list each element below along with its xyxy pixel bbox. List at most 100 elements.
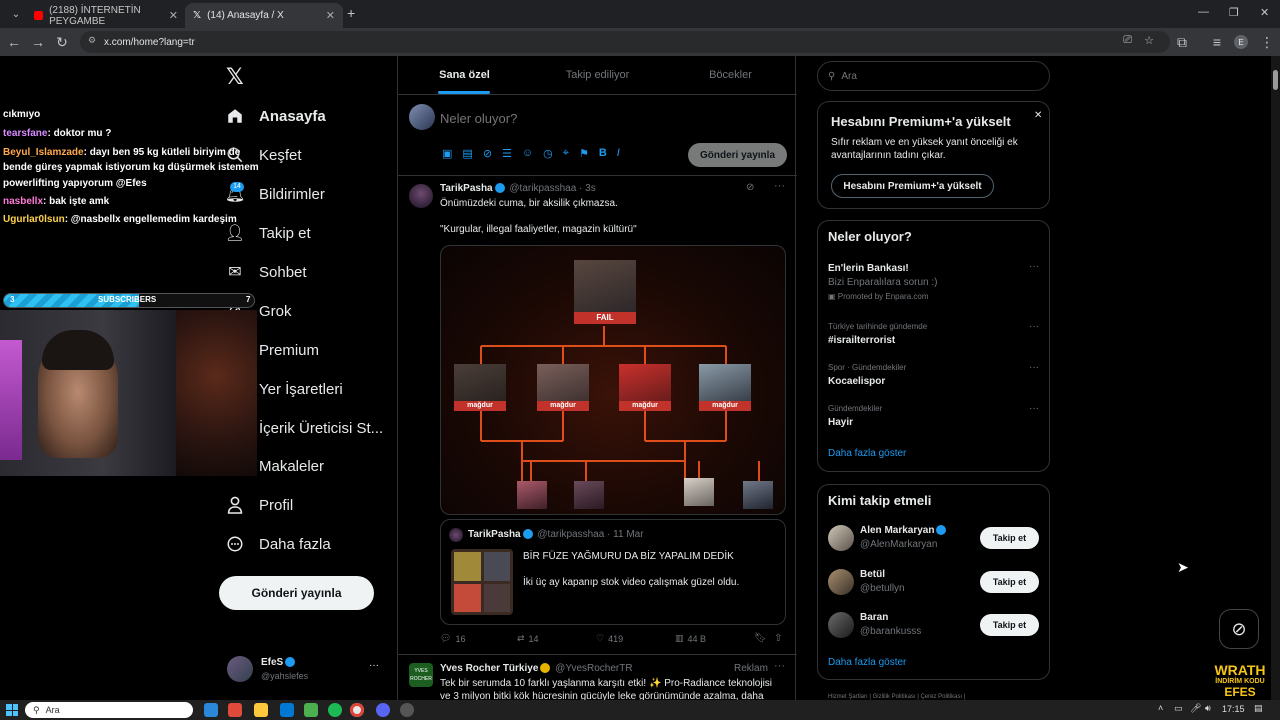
bookmark-star-icon[interactable]: ☆ — [1144, 34, 1154, 47]
back-icon[interactable]: ← — [2, 30, 26, 54]
mic-icon[interactable]: 🎤︎ — [1190, 703, 1201, 714]
follow-suggestion[interactable]: Alen Markaryan @AlenMarkaryan Takip et — [818, 521, 1049, 561]
spotify-icon[interactable] — [328, 703, 342, 717]
close-tab-icon[interactable]: ✕ — [326, 9, 335, 22]
url-bar[interactable]: ⚙ x.com/home?lang=tr ⎚ ☆ — [80, 31, 1170, 53]
discord-icon[interactable] — [376, 703, 390, 717]
close-tab-icon[interactable]: ✕ — [169, 9, 178, 22]
app-icon[interactable] — [304, 703, 318, 717]
new-tab-button[interactable]: + — [347, 5, 355, 21]
browser-tab-x[interactable]: 𝕏 (14) Anasayfa / X ✕ — [185, 3, 343, 28]
more-icon[interactable]: ··· — [774, 660, 785, 672]
compose-post-button[interactable]: Gönderi yayınla — [688, 143, 787, 167]
poll-icon[interactable]: ☰ — [502, 147, 512, 160]
reply-button[interactable]: 💬︎ 16 — [440, 633, 465, 644]
tweet-time[interactable]: · 3s — [579, 183, 596, 194]
clock[interactable]: 17:15 — [1222, 704, 1245, 714]
menu-icon[interactable]: ⋮ — [1255, 30, 1279, 54]
quote-tweet[interactable]: TarikPasha @tarikpasshaa · 11 Mar BİR FÜ… — [440, 519, 786, 625]
tweet[interactable]: TarikPasha @tarikpasshaa · 3s ⊘ ··· Önüm… — [398, 176, 797, 654]
outlook-icon[interactable] — [280, 703, 294, 717]
show-more-link[interactable]: Daha fazla göster — [828, 448, 906, 459]
avatar[interactable] — [409, 184, 433, 208]
nav-item-profile[interactable]: Profil — [225, 487, 293, 523]
notifications-icon[interactable]: ▤ — [1254, 703, 1263, 714]
tab-bugs[interactable]: Böcekler — [664, 56, 797, 94]
media-icon[interactable]: ≡ — [1205, 30, 1229, 54]
share-icon[interactable]: ⇧ — [774, 633, 782, 644]
more-icon[interactable]: ··· — [1029, 261, 1039, 272]
show-more-link[interactable]: Daha fazla göster — [828, 657, 906, 668]
install-app-icon[interactable]: ⎚ — [1123, 34, 1132, 47]
tab-following[interactable]: Takip ediliyor — [531, 56, 664, 94]
bold-icon[interactable]: B — [599, 147, 607, 160]
site-info-icon[interactable]: ⚙ — [88, 35, 96, 46]
tab-for-you[interactable]: Sana özel — [398, 56, 531, 94]
nav-item-more[interactable]: Daha fazla — [225, 526, 331, 562]
trend-item[interactable]: En'lerin Bankası! Bizi Enparalılara soru… — [818, 259, 1049, 307]
account-more-icon[interactable]: ··· — [369, 660, 379, 671]
trend-item[interactable]: Gündemdekiler Hayir ··· — [818, 401, 1049, 439]
follow-button[interactable]: Takip et — [980, 527, 1039, 549]
ad-tweet[interactable]: YVES ROCHER Yves Rocher Türkiye @YvesRoch… — [398, 655, 797, 700]
follow-button[interactable]: Takip et — [980, 614, 1039, 636]
more-icon[interactable]: ··· — [1029, 362, 1039, 373]
taskbar-search[interactable]: ⚲ Ara — [25, 702, 193, 718]
chrome-icon[interactable] — [350, 703, 364, 717]
flag-icon[interactable]: ⚑ — [579, 147, 589, 160]
scrollbar-thumb[interactable] — [1273, 70, 1278, 90]
premium-upgrade-button[interactable]: Hesabını Premium+'a yükselt — [831, 174, 994, 198]
nav-item-messages[interactable]: ✉ Sohbet — [225, 254, 306, 290]
like-button[interactable]: ♡ 419 — [596, 633, 623, 644]
schedule-icon[interactable]: ◷ — [543, 147, 553, 160]
reload-icon[interactable]: ↻ — [50, 30, 74, 54]
emoji-icon[interactable]: ☺ — [522, 147, 533, 160]
grok-icon[interactable]: ⊘ — [746, 182, 754, 193]
tray-chevron-icon[interactable]: ˄ — [1158, 703, 1163, 713]
tweet-handle[interactable]: @YvesRocherTR — [555, 663, 632, 674]
network-icon[interactable]: ▭ — [1174, 703, 1183, 714]
follow-suggestion[interactable]: Betül @betullyn Takip et — [818, 565, 1049, 605]
minimize-icon[interactable]: — — [1198, 6, 1209, 18]
windows-start-icon[interactable] — [6, 704, 18, 716]
close-icon[interactable]: ✕ — [1034, 110, 1042, 121]
search-box[interactable]: ⚲ — [817, 61, 1050, 91]
search-input[interactable] — [841, 70, 1032, 82]
extensions-icon[interactable]: ⧉ — [1170, 30, 1194, 54]
x-logo[interactable]: 𝕏 — [226, 64, 244, 90]
follow-suggestion[interactable]: Baran @barankusss Takip et — [818, 608, 1049, 648]
repost-button[interactable]: ⇄ 14 — [517, 633, 539, 644]
tweet-image[interactable]: FAIL mağdur mağdur mağdur mağdur — [440, 245, 786, 515]
compose-input[interactable] — [440, 106, 760, 130]
more-icon[interactable]: ··· — [1029, 321, 1039, 332]
restore-icon[interactable]: ❐ — [1229, 6, 1239, 19]
edge-icon[interactable] — [204, 703, 218, 717]
app-icon[interactable] — [400, 703, 414, 717]
views-button[interactable]: ▥ 44 B — [675, 633, 706, 644]
account-switcher[interactable]: EfeS @yahslefes ··· — [219, 650, 389, 690]
file-explorer-icon[interactable] — [254, 703, 268, 717]
scrollbar[interactable] — [1271, 56, 1280, 700]
tweet-author[interactable]: Yves Rocher Türkiye — [440, 663, 538, 674]
image-icon[interactable]: ▣ — [442, 147, 452, 160]
post-button[interactable]: Gönderi yayınla — [219, 576, 374, 610]
grok-float-button[interactable]: ⊘ — [1219, 609, 1259, 649]
italic-icon[interactable]: I — [617, 147, 620, 160]
app-icon[interactable] — [228, 703, 242, 717]
close-window-icon[interactable]: ✕ — [1260, 6, 1269, 19]
more-icon[interactable]: ··· — [774, 180, 785, 192]
trend-item[interactable]: Spor · Gündemdekiler Kocaelispor ··· — [818, 360, 1049, 398]
tweet-author[interactable]: TarikPasha — [440, 183, 493, 194]
tab-search-icon[interactable]: ⌄ — [4, 2, 28, 26]
location-icon[interactable]: ⌖ — [563, 147, 569, 160]
browser-tab-youtube[interactable]: (2188) İNTERNETİN PEYGAMBE ✕ — [26, 3, 186, 28]
follow-button[interactable]: Takip et — [980, 571, 1039, 593]
profile-avatar-icon[interactable]: E — [1234, 35, 1248, 49]
tweet-handle[interactable]: @tarikpasshaa — [509, 183, 576, 194]
more-icon[interactable]: ··· — [1029, 403, 1039, 414]
gif-icon[interactable]: ▤ — [462, 147, 472, 160]
grok-image-icon[interactable]: ⊘ — [483, 147, 492, 160]
forward-icon[interactable]: → — [26, 30, 50, 54]
bookmark-icon[interactable]: 🔖︎ — [754, 633, 767, 644]
trend-item[interactable]: Türkiye tarihinde gündemde #israilterror… — [818, 319, 1049, 357]
